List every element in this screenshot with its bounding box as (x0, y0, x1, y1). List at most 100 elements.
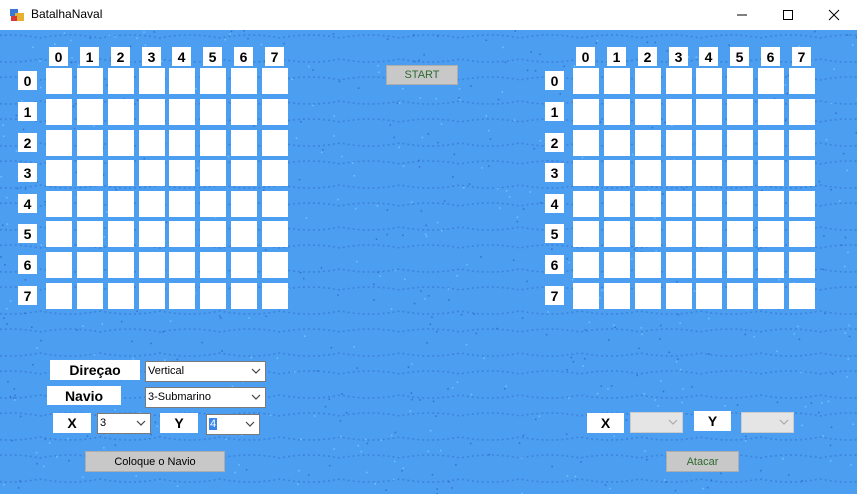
enemy-cell-7-5[interactable] (727, 283, 753, 309)
enemy-cell-4-2[interactable] (635, 191, 661, 217)
player-cell-4-5[interactable] (200, 191, 226, 217)
minimize-button[interactable] (719, 0, 765, 30)
enemy-cell-5-4[interactable] (696, 221, 722, 247)
enemy-cell-4-0[interactable] (573, 191, 599, 217)
player-cell-3-1[interactable] (77, 160, 103, 186)
enemy-cell-7-7[interactable] (789, 283, 815, 309)
enemy-cell-6-4[interactable] (696, 252, 722, 278)
enemy-cell-3-5[interactable] (727, 160, 753, 186)
player-cell-5-0[interactable] (46, 221, 72, 247)
enemy-cell-2-5[interactable] (727, 130, 753, 156)
player-cell-0-5[interactable] (200, 68, 226, 94)
enemy-cell-0-7[interactable] (789, 68, 815, 94)
player-cell-1-4[interactable] (169, 99, 195, 125)
player-cell-3-6[interactable] (231, 160, 257, 186)
enemy-cell-1-2[interactable] (635, 99, 661, 125)
player-cell-5-1[interactable] (77, 221, 103, 247)
attack-button[interactable]: Atacar (666, 451, 739, 472)
player-cell-5-7[interactable] (262, 221, 288, 247)
player-cell-4-2[interactable] (108, 191, 134, 217)
player-cell-6-3[interactable] (139, 252, 165, 278)
player-cell-6-2[interactable] (108, 252, 134, 278)
enemy-cell-1-1[interactable] (604, 99, 630, 125)
player-cell-4-3[interactable] (139, 191, 165, 217)
player-cell-3-5[interactable] (200, 160, 226, 186)
player-cell-2-0[interactable] (46, 130, 72, 156)
enemy-cell-2-1[interactable] (604, 130, 630, 156)
player-cell-0-6[interactable] (231, 68, 257, 94)
enemy-cell-0-5[interactable] (727, 68, 753, 94)
player-cell-5-4[interactable] (169, 221, 195, 247)
close-button[interactable] (811, 0, 857, 30)
enemy-cell-0-4[interactable] (696, 68, 722, 94)
player-cell-6-5[interactable] (200, 252, 226, 278)
enemy-cell-5-2[interactable] (635, 221, 661, 247)
player-cell-7-2[interactable] (108, 283, 134, 309)
enemy-cell-3-3[interactable] (666, 160, 692, 186)
maximize-button[interactable] (765, 0, 811, 30)
player-cell-6-7[interactable] (262, 252, 288, 278)
enemy-cell-6-0[interactable] (573, 252, 599, 278)
enemy-cell-6-5[interactable] (727, 252, 753, 278)
player-cell-1-6[interactable] (231, 99, 257, 125)
player-cell-7-7[interactable] (262, 283, 288, 309)
enemy-cell-2-3[interactable] (666, 130, 692, 156)
enemy-cell-1-5[interactable] (727, 99, 753, 125)
enemy-cell-0-6[interactable] (758, 68, 784, 94)
direction-select[interactable]: Vertical (145, 361, 266, 382)
enemy-cell-4-1[interactable] (604, 191, 630, 217)
enemy-cell-7-2[interactable] (635, 283, 661, 309)
enemy-cell-0-3[interactable] (666, 68, 692, 94)
player-cell-4-0[interactable] (46, 191, 72, 217)
player-cell-1-2[interactable] (108, 99, 134, 125)
ship-select[interactable]: 3-Submarino (145, 387, 266, 408)
enemy-cell-4-6[interactable] (758, 191, 784, 217)
player-cell-2-2[interactable] (108, 130, 134, 156)
enemy-cell-5-0[interactable] (573, 221, 599, 247)
enemy-cell-1-7[interactable] (789, 99, 815, 125)
enemy-cell-4-4[interactable] (696, 191, 722, 217)
player-cell-5-3[interactable] (139, 221, 165, 247)
player-cell-0-0[interactable] (46, 68, 72, 94)
player-cell-7-4[interactable] (169, 283, 195, 309)
enemy-cell-6-1[interactable] (604, 252, 630, 278)
player-cell-1-1[interactable] (77, 99, 103, 125)
player-cell-6-0[interactable] (46, 252, 72, 278)
player-cell-0-4[interactable] (169, 68, 195, 94)
player-cell-6-4[interactable] (169, 252, 195, 278)
player-cell-6-6[interactable] (231, 252, 257, 278)
player-cell-5-5[interactable] (200, 221, 226, 247)
player-cell-5-2[interactable] (108, 221, 134, 247)
player-cell-2-6[interactable] (231, 130, 257, 156)
enemy-cell-7-0[interactable] (573, 283, 599, 309)
place-ship-button[interactable]: Coloque o Navio (85, 451, 225, 472)
enemy-cell-0-1[interactable] (604, 68, 630, 94)
player-cell-2-7[interactable] (262, 130, 288, 156)
player-cell-0-2[interactable] (108, 68, 134, 94)
enemy-cell-7-4[interactable] (696, 283, 722, 309)
player-cell-7-1[interactable] (77, 283, 103, 309)
player-cell-3-3[interactable] (139, 160, 165, 186)
enemy-cell-6-6[interactable] (758, 252, 784, 278)
enemy-cell-4-7[interactable] (789, 191, 815, 217)
enemy-cell-5-6[interactable] (758, 221, 784, 247)
player-cell-0-3[interactable] (139, 68, 165, 94)
enemy-cell-2-6[interactable] (758, 130, 784, 156)
player-cell-4-6[interactable] (231, 191, 257, 217)
player-cell-3-4[interactable] (169, 160, 195, 186)
player-cell-7-3[interactable] (139, 283, 165, 309)
player-cell-3-2[interactable] (108, 160, 134, 186)
player-cell-7-5[interactable] (200, 283, 226, 309)
enemy-cell-6-3[interactable] (666, 252, 692, 278)
player-cell-1-5[interactable] (200, 99, 226, 125)
enemy-cell-3-4[interactable] (696, 160, 722, 186)
enemy-cell-5-7[interactable] (789, 221, 815, 247)
player-cell-7-6[interactable] (231, 283, 257, 309)
player-cell-2-3[interactable] (139, 130, 165, 156)
enemy-cell-0-2[interactable] (635, 68, 661, 94)
player-cell-3-0[interactable] (46, 160, 72, 186)
player-cell-4-1[interactable] (77, 191, 103, 217)
player-cell-2-4[interactable] (169, 130, 195, 156)
enemy-cell-1-0[interactable] (573, 99, 599, 125)
enemy-cell-6-2[interactable] (635, 252, 661, 278)
